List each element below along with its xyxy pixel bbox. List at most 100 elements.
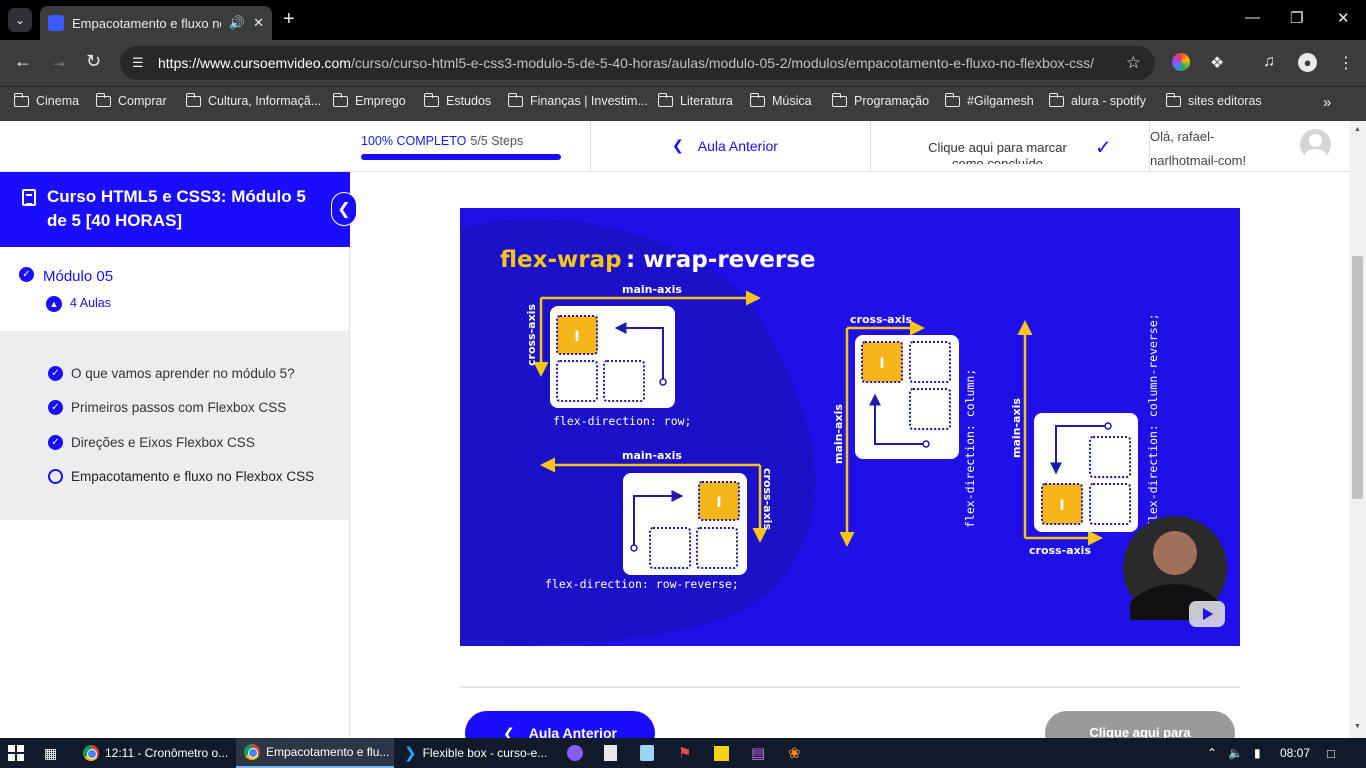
caption-column-reverse: flex-direction: column-reverse; [1146, 313, 1160, 528]
new-tab-button[interactable]: + [283, 9, 295, 29]
chrome-icon [83, 745, 99, 761]
bookmark-star-icon[interactable]: ☆ [1126, 53, 1141, 73]
sticky-notes-icon[interactable] [714, 745, 729, 761]
bookmark-folder[interactable]: alura - spotify [1048, 92, 1146, 108]
close-tab-icon[interactable]: ✕ [253, 15, 264, 31]
bookmark-folder[interactable]: Programação [831, 92, 929, 108]
previous-lesson-link[interactable]: ❮ Aula Anterior [672, 137, 778, 154]
windows-start-icon[interactable] [8, 738, 32, 768]
lesson-item[interactable]: ✓ O que vamos aprender no módulo 5? [48, 366, 295, 381]
butterfly-icon[interactable]: ❀ [788, 744, 801, 762]
bookmark-folder[interactable]: Cultura, Informaçã... [185, 92, 321, 108]
volume-icon[interactable]: 🔈 [1228, 746, 1243, 760]
window-close-icon[interactable]: ✕ [1337, 9, 1350, 27]
profile-icon[interactable]: ● [1298, 53, 1317, 72]
taskbar-chrome-window[interactable]: 12:11 - Cronômetro o... [78, 738, 230, 768]
avatar[interactable] [1300, 129, 1331, 160]
chrome-icon [244, 744, 260, 760]
empty-circle-icon [48, 469, 63, 484]
chevron-up-icon[interactable]: ▲ [46, 296, 62, 312]
file-icon[interactable] [604, 745, 617, 761]
item-label: I [879, 356, 884, 372]
flow-start [630, 544, 638, 552]
progress-fill [361, 154, 561, 160]
tab-search-button[interactable]: ⌄ [8, 8, 32, 32]
cross-axis-label: cross-axis [525, 304, 538, 366]
progress-bar [361, 154, 561, 160]
item-label: I [716, 495, 721, 511]
scroll-up-icon[interactable]: ▲ [1354, 126, 1361, 133]
bookmark-folder[interactable]: #Gilgamesh [944, 92, 1034, 108]
folder-icon [185, 92, 201, 107]
taskbar-vscode-window[interactable]: ❯ Flexible box - curso-e... [398, 738, 554, 768]
lesson-item-current[interactable]: Empacotamento e fluxo no Flexbox CSS [48, 469, 314, 484]
scrollbar-thumb[interactable] [1352, 256, 1363, 499]
minimize-icon[interactable]: — [1245, 9, 1260, 26]
url-text: https://www.cursoemvideo.com/curso/curso… [158, 55, 1095, 71]
document-icon [22, 189, 36, 206]
back-icon[interactable]: ← [14, 52, 32, 70]
chevron-up-icon[interactable]: ⌃ [1207, 746, 1217, 760]
extension-color-icon[interactable] [1172, 53, 1190, 71]
notifications-icon[interactable]: □ [1327, 746, 1335, 761]
lesson-item[interactable]: ✓ Primeiros passos com Flexbox CSS [48, 400, 286, 415]
flow-start [922, 440, 930, 448]
more-bookmarks-icon[interactable]: » [1323, 94, 1331, 111]
module-lesson-count: 4 Aulas [70, 296, 112, 310]
mark-complete-bottom-button[interactable]: Clique aqui para [1045, 711, 1235, 738]
bookmark-folder[interactable]: Comprar [95, 92, 167, 108]
app-icon[interactable]: ▤ [751, 744, 765, 762]
site-info-icon[interactable]: ☰ [132, 55, 158, 71]
task-view-icon[interactable]: ▦ [44, 738, 66, 768]
slide-title-b: : wrap-reverse [626, 247, 816, 273]
app-icon[interactable]: ⚑ [678, 744, 691, 762]
bookmark-folder[interactable]: Estudos [423, 92, 491, 108]
module-title[interactable]: Módulo 05 [43, 268, 113, 285]
bookmark-folder[interactable]: Literatura [657, 92, 733, 108]
reload-icon[interactable]: ↻ [86, 52, 101, 70]
flow-start [659, 378, 667, 386]
previous-lesson-button[interactable]: ❮ Aula Anterior [465, 711, 655, 738]
bookmark-folder[interactable]: Cinema [13, 92, 79, 108]
folder-icon [749, 92, 765, 107]
extensions-puzzle-icon[interactable]: ❖ [1210, 53, 1224, 73]
restore-icon[interactable]: ❐ [1290, 9, 1303, 27]
cross-axis-label: cross-axis [850, 313, 912, 326]
folder-icon [95, 92, 111, 107]
course-sidebar: Curso HTML5 e CSS3: Módulo 5 de 5 [40 HO… [0, 172, 357, 738]
folder-icon [13, 92, 29, 107]
bookmark-folder[interactable]: Finanças | Investim... [507, 92, 648, 108]
caption-row-reverse: flex-direction: row-reverse; [545, 577, 739, 591]
content-divider [460, 686, 1240, 688]
bookmark-folder[interactable]: Emprego [332, 92, 406, 108]
menu-kebab-icon[interactable]: ⋮ [1338, 53, 1354, 73]
github-desktop-icon[interactable] [567, 745, 583, 761]
media-control-icon[interactable]: ♫ [1263, 53, 1275, 71]
forward-icon[interactable]: → [50, 52, 68, 70]
taskbar-clock[interactable]: 08:07 [1280, 746, 1310, 760]
folder-icon [1048, 92, 1064, 107]
scroll-down-icon[interactable]: ▼ [1354, 723, 1361, 730]
divider [590, 121, 591, 172]
notepad-icon[interactable] [640, 745, 654, 761]
lesson-video[interactable]: flex-wrap : wrap-reverse main-axis cross… [460, 208, 1240, 646]
browser-tab-active[interactable]: Empacotamento e fluxo no 🔊 ✕ [40, 6, 272, 40]
check-icon[interactable]: ✓ [1095, 135, 1112, 160]
collapse-sidebar-button[interactable]: ❮ [331, 192, 357, 226]
bookmark-folder[interactable]: Música [749, 92, 812, 108]
lesson-item[interactable]: ✓ Direções e Eixos Flexbox CSS [48, 435, 255, 450]
chevron-left-icon: ❮ [503, 724, 515, 739]
site-favicon-icon [48, 15, 64, 31]
address-bar[interactable]: ☰ https://www.cursoemvideo.com/curso/cur… [120, 46, 1155, 80]
taskbar-chrome-window-active[interactable]: Empacotamento e flu... [236, 738, 394, 768]
battery-icon[interactable]: ▮ [1254, 746, 1261, 760]
user-greeting: Olá, rafael-narlhotmail-com! [1150, 129, 1247, 168]
mark-complete-button[interactable]: Clique aqui para marcar como concluído [920, 140, 1075, 164]
bookmark-folder[interactable]: sites editoras [1165, 92, 1262, 108]
speaker-icon[interactable]: 🔊 [229, 15, 245, 31]
lesson-topbar: 100% COMPLETO 5/5 Steps ❮ Aula Anterior Cl… [0, 121, 1350, 172]
caption-row: flex-direction: row; [553, 414, 691, 428]
folder-icon [423, 92, 439, 107]
presenter-face [1153, 531, 1197, 575]
check-circle-icon: ✓ [48, 435, 63, 450]
